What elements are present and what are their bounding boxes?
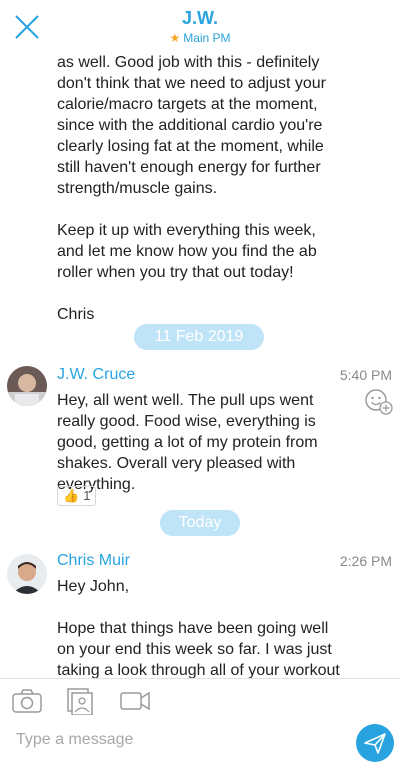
message-input[interactable]: Type a message <box>16 731 133 749</box>
message-body: as well. Good job with this - definitely… <box>57 54 327 323</box>
send-button[interactable] <box>356 724 394 762</box>
message-list[interactable]: as well. Good job with this - definitely… <box>0 52 400 678</box>
video-button[interactable] <box>118 687 152 715</box>
date-separator: Today <box>160 510 240 536</box>
chat-header: J.W. ★ Main PM <box>0 0 400 52</box>
composer-bar: Type a message <box>0 678 400 769</box>
avatar[interactable] <box>7 366 47 406</box>
message-time: 5:40 PM <box>339 367 392 383</box>
send-icon <box>364 733 386 754</box>
message-body: Hey John, Hope that things have been goi… <box>57 578 340 678</box>
thumbs-up-icon: 👍 <box>63 488 80 503</box>
message-body: Hey, all went well. The pull ups went re… <box>57 392 318 493</box>
video-icon <box>120 691 150 711</box>
add-emoji-icon <box>365 389 393 415</box>
chat-title[interactable]: J.W. <box>0 8 400 29</box>
message-time: 2:26 PM <box>339 553 392 569</box>
sender-name[interactable]: J.W. Cruce <box>57 366 135 384</box>
avatar[interactable] <box>7 554 47 594</box>
gallery-button[interactable] <box>62 687 96 716</box>
avatar-image <box>7 366 47 406</box>
chat-subtitle: ★ Main PM <box>0 31 400 45</box>
camera-button[interactable] <box>10 687 44 715</box>
subtitle-label: Main PM <box>183 31 231 45</box>
star-icon: ★ <box>169 31 181 45</box>
sender-name[interactable]: Chris Muir <box>57 552 130 570</box>
add-reaction-button[interactable] <box>364 388 394 416</box>
date-separator: 11 Feb 2019 <box>134 324 264 350</box>
camera-icon <box>12 689 42 713</box>
reaction-badge[interactable]: 👍 1 <box>57 486 97 506</box>
avatar-image <box>7 554 47 594</box>
gallery-icon <box>67 688 93 716</box>
reaction-count: 1 <box>83 488 91 503</box>
